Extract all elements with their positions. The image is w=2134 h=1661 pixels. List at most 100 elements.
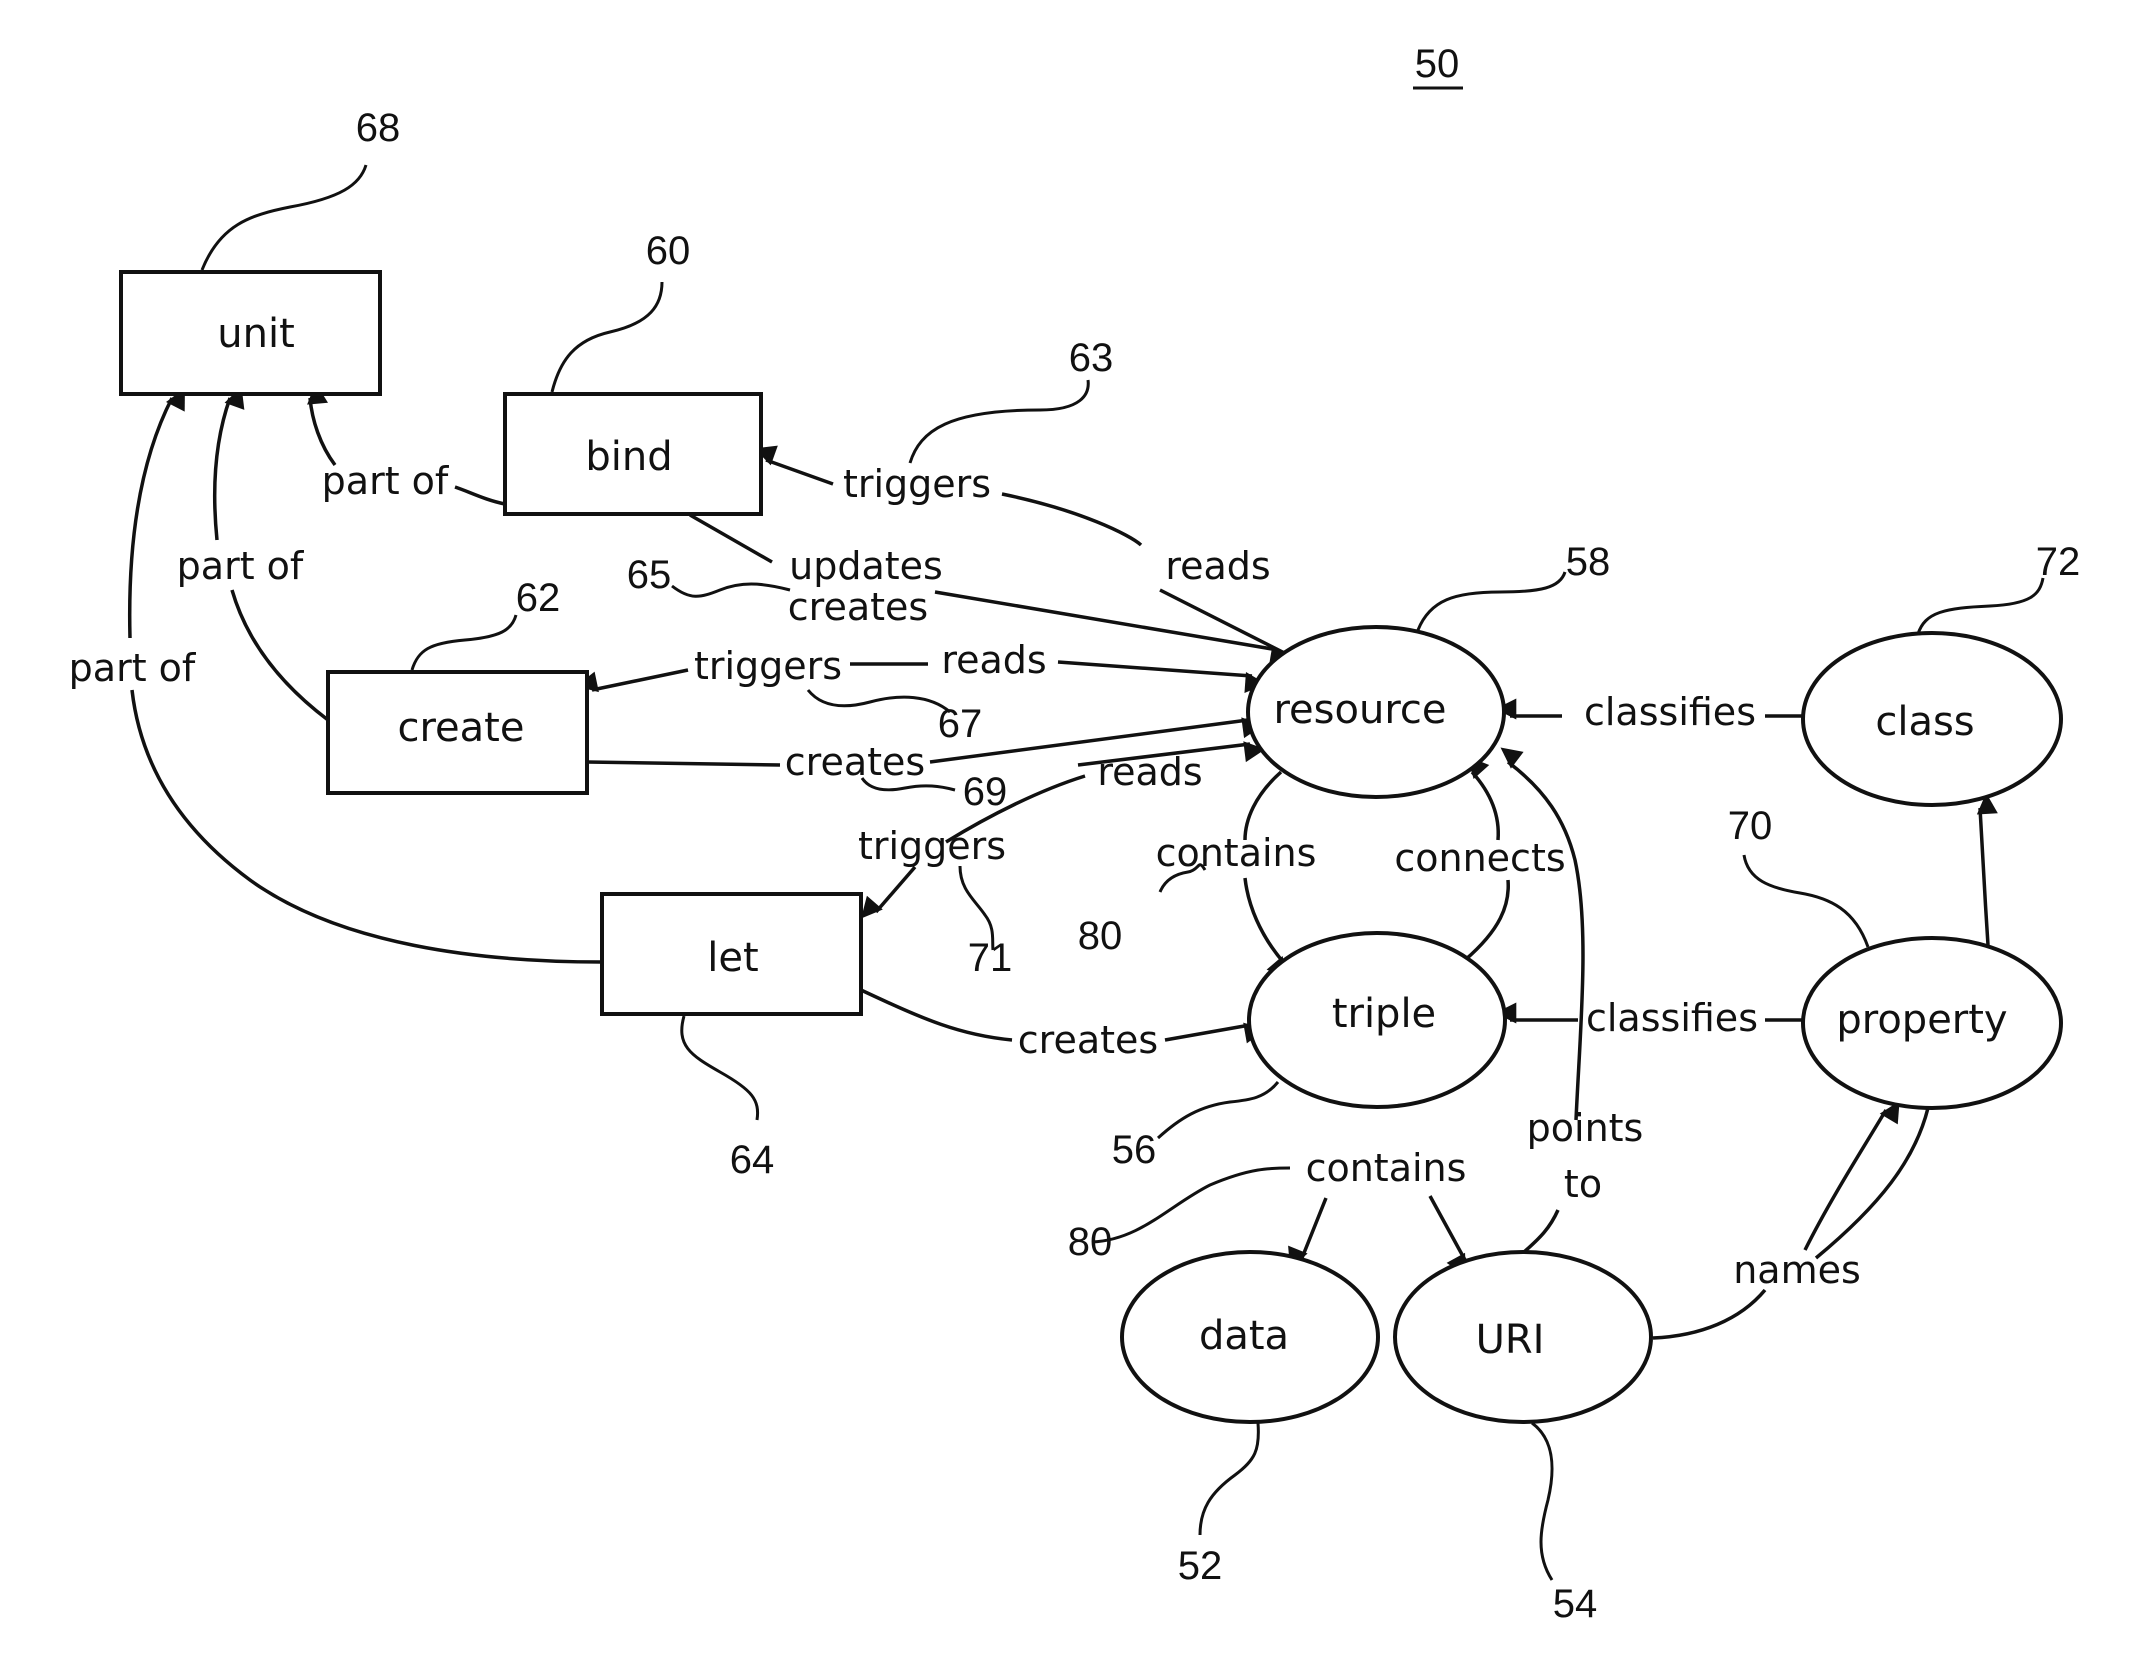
edge-label-reads: reads: [941, 638, 1046, 682]
class-label: class: [1875, 699, 1974, 745]
ref-68: 68: [356, 106, 401, 150]
edge-arrow-data: [1288, 1197, 1328, 1270]
edge-create-part-of-unit: part of: [177, 386, 330, 722]
edge-arrow-triggers: [754, 445, 834, 486]
edge-line: [1001, 492, 1143, 547]
ref-71: 71: [968, 936, 1013, 980]
ref-leader-52: [1198, 1422, 1260, 1536]
ref-leader-64: [680, 1015, 760, 1121]
node-let[interactable]: let 64: [600, 892, 863, 1182]
let-label: let: [707, 935, 758, 981]
unit-label: unit: [217, 311, 295, 357]
node-property[interactable]: property 70: [1728, 804, 2063, 1110]
edge-label-classifies: classifies: [1586, 996, 1758, 1040]
node-triple[interactable]: triple 56: [1112, 931, 1507, 1172]
create-label: create: [398, 705, 525, 751]
ref-65: 65: [627, 553, 672, 597]
edge-label-part-of: part of: [177, 544, 305, 588]
ref-leader-80b: [1091, 1166, 1291, 1244]
ref-69: 69: [963, 770, 1008, 814]
edge-label-part-of: part of: [69, 646, 197, 690]
node-class[interactable]: class 72: [1801, 540, 2081, 807]
edge-label-creates: creates: [788, 585, 928, 629]
ref-54: 54: [1553, 1582, 1598, 1626]
ref-leader-72: [1916, 577, 2045, 635]
edge-line: [689, 513, 773, 564]
edge-line: [230, 589, 330, 722]
edge-label-names: names: [1733, 1248, 1861, 1292]
edge-class-classifies-resource: classifies: [1495, 690, 1803, 734]
uri-label: URI: [1476, 1317, 1545, 1363]
ref-63: 63: [1069, 336, 1114, 380]
edge-label-contains: contains: [1156, 831, 1317, 875]
ref-leader-58: [1416, 571, 1567, 631]
edge-arrow: [1467, 756, 1500, 841]
ref-leader-65: [671, 582, 791, 598]
node-resource[interactable]: resource 58: [1246, 540, 1610, 799]
ref-56: 56: [1112, 1128, 1157, 1172]
ref-leader-68: [200, 164, 368, 271]
node-data[interactable]: data 52: [1120, 1250, 1380, 1588]
ref-72: 72: [2036, 540, 2081, 584]
node-bind[interactable]: bind 60: [503, 229, 763, 516]
data-label: data: [1199, 1313, 1289, 1359]
ref-67: 67: [938, 702, 983, 746]
edge-arrow: [213, 386, 245, 541]
edge-property-classifies-triple: classifies: [1495, 996, 1803, 1040]
triple-label: triple: [1332, 991, 1436, 1037]
edge-arrow: [307, 382, 337, 467]
resource-label: resource: [1273, 687, 1446, 733]
edge-label-contains: contains: [1306, 1146, 1467, 1190]
edge-line: [1463, 879, 1510, 962]
edge-arrow: [1243, 877, 1289, 979]
edge-label-triggers: triggers: [858, 824, 1006, 868]
edge-line: [860, 988, 1013, 1042]
edge-let-creates-triple: creates: [860, 988, 1266, 1062]
ref-64: 64: [730, 1138, 775, 1182]
edge-label-creates: creates: [1018, 1018, 1158, 1062]
ref-leader-70: [1742, 854, 1870, 948]
ref-60: 60: [646, 229, 691, 273]
edge-resource-contains-triple: contains 80: [1078, 770, 1317, 979]
edge-property-to-class: [1976, 792, 1998, 946]
edge-line: [586, 760, 781, 767]
ref-80-lower: 80: [1068, 1220, 1113, 1264]
ref-leader-67: [806, 689, 951, 714]
ref-70: 70: [1728, 804, 1773, 848]
edge-line: [1522, 1209, 1560, 1254]
edge-arrow-triggers: [861, 865, 917, 919]
ref-leader-60: [550, 281, 664, 393]
edge-arrow: [1164, 1022, 1266, 1044]
edge-label-to: to: [1564, 1162, 1602, 1206]
ref-leader-62: [410, 614, 518, 671]
edge-label-points: points: [1527, 1106, 1644, 1150]
edge-arrow-reads: [1057, 660, 1267, 694]
edge-uri-names-property: names: [1652, 1100, 1930, 1340]
property-label: property: [1836, 997, 2007, 1043]
node-uri[interactable]: URI 54: [1393, 1250, 1653, 1626]
node-create[interactable]: create 62: [326, 576, 589, 795]
edge-label-triggers: triggers: [694, 644, 842, 688]
edge-bind-part-of-unit: part of: [307, 382, 506, 506]
edge-label-connects: connects: [1394, 836, 1565, 880]
ref-62: 62: [516, 576, 561, 620]
edge-arrow-uri: [1428, 1195, 1467, 1277]
edge-label-reads: reads: [1097, 750, 1202, 794]
node-unit[interactable]: unit 68: [119, 106, 401, 396]
figure-number-text: 50: [1415, 42, 1460, 86]
bind-label: bind: [585, 434, 672, 480]
edge-arrow: [127, 388, 185, 639]
figure-number: 50: [1413, 42, 1463, 90]
edge-line: [1243, 770, 1283, 841]
edge-create-triggers-reads: triggers reads 67: [576, 638, 1267, 746]
ref-leader-63: [908, 379, 1090, 464]
ref-leader-54: [1531, 1421, 1554, 1581]
edge-label-reads: reads: [1165, 544, 1270, 588]
ref-leader-56: [1156, 1081, 1280, 1140]
edge-label-creates: creates: [785, 740, 925, 784]
edge-label-updates: updates: [789, 544, 943, 588]
edge-label-classifies: classifies: [1584, 690, 1756, 734]
edge-arrow: [1500, 747, 1585, 1121]
ref-80-upper: 80: [1078, 914, 1123, 958]
edge-arrow: [1976, 792, 1998, 946]
